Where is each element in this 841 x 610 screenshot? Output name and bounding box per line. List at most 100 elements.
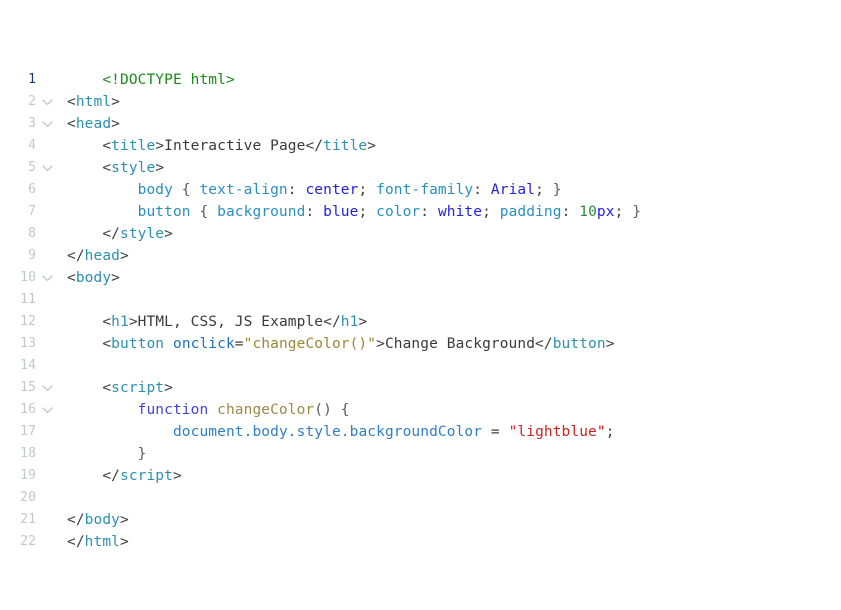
line-number: 3 xyxy=(28,116,36,131)
line-number: 22 xyxy=(20,534,36,549)
code-line[interactable]: 3 <head> xyxy=(0,113,841,135)
line-content: <body> xyxy=(67,267,120,289)
code-token: script xyxy=(111,380,165,396)
code-lines-container[interactable]: 1 <!DOCTYPE html> 2 <html> 3 <head> 4 <title>… xyxy=(0,69,841,553)
code-line[interactable]: 18 } xyxy=(0,443,841,465)
code-line[interactable]: 10 <body> xyxy=(0,267,841,289)
line-number: 14 xyxy=(20,358,36,373)
line-number: 13 xyxy=(20,336,36,351)
code-line[interactable]: 22 </html> xyxy=(0,531,841,553)
line-content: <!DOCTYPE html> xyxy=(67,69,235,91)
code-token: } xyxy=(632,204,642,220)
code-token: blue xyxy=(323,204,359,220)
code-line[interactable]: 6 body { text-align: center; font-family… xyxy=(0,179,841,201)
code-token: ; xyxy=(358,182,377,198)
code-token: } xyxy=(552,182,562,198)
code-token: </ xyxy=(67,512,85,528)
line-number: 12 xyxy=(20,314,36,329)
code-token: </ xyxy=(67,468,120,484)
code-token: ; xyxy=(535,182,553,198)
code-line[interactable]: 14 xyxy=(0,355,841,377)
code-line[interactable]: 5 <style> xyxy=(0,157,841,179)
code-token: "changeColor()" xyxy=(243,336,377,352)
code-editor[interactable]: 1 <!DOCTYPE html> 2 <html> 3 <head> 4 <title>… xyxy=(0,0,841,610)
code-token: < xyxy=(67,116,76,132)
chevron-down-icon[interactable] xyxy=(42,157,54,179)
code-token: > xyxy=(155,160,165,176)
code-token: head xyxy=(75,116,112,132)
code-token: html xyxy=(75,94,112,110)
code-token: body xyxy=(252,424,288,440)
code-line[interactable]: 19 </script> xyxy=(0,465,841,487)
chevron-down-icon[interactable] xyxy=(42,377,54,399)
code-line[interactable]: 13 <button onclick="changeColor()">Chang… xyxy=(0,333,841,355)
code-line[interactable]: 21 </body> xyxy=(0,509,841,531)
chevron-down-icon[interactable] xyxy=(42,113,54,135)
code-token: { xyxy=(172,182,200,198)
line-content: <button onclick="changeColor()">Change B… xyxy=(67,333,615,355)
chevron-down-icon[interactable] xyxy=(42,91,54,113)
line-content: <script> xyxy=(67,377,173,399)
code-line[interactable]: 16 function changeColor() { xyxy=(0,399,841,421)
code-token: > xyxy=(111,270,121,286)
code-token: > xyxy=(120,512,129,528)
code-token: h1 xyxy=(111,314,129,330)
code-token: > xyxy=(164,226,173,242)
code-token: style xyxy=(296,424,341,440)
line-content: </html> xyxy=(67,531,129,553)
code-line[interactable]: 7 button { background: blue; color: whit… xyxy=(0,201,841,223)
code-token: body xyxy=(137,182,173,198)
code-token: text-align xyxy=(199,182,288,198)
code-line[interactable]: 11 xyxy=(0,289,841,311)
code-token: h1 xyxy=(340,314,359,330)
code-token: </ xyxy=(67,248,85,264)
code-token: </ xyxy=(305,138,324,154)
line-content: function changeColor() { xyxy=(67,399,350,421)
line-content: <style> xyxy=(67,157,164,179)
code-token: </ xyxy=(323,314,341,330)
line-content: body { text-align: center; font-family: … xyxy=(67,179,562,201)
code-token: </ xyxy=(67,226,120,242)
code-line[interactable]: 1 <!DOCTYPE html> xyxy=(0,69,841,91)
line-number: 10 xyxy=(20,270,36,285)
code-token: function xyxy=(137,402,209,418)
code-token: document xyxy=(172,424,244,440)
code-token: = xyxy=(482,424,509,440)
code-line[interactable]: 15 <script> xyxy=(0,377,841,399)
line-number: 17 xyxy=(20,424,36,439)
code-token: < xyxy=(67,94,76,110)
code-token: body xyxy=(84,512,120,528)
code-line[interactable]: 20 xyxy=(0,487,841,509)
line-number: 7 xyxy=(28,204,36,219)
line-content: </style> xyxy=(67,223,173,245)
code-token: title xyxy=(111,138,156,154)
code-token: : xyxy=(287,182,306,198)
line-number: 5 xyxy=(28,160,36,175)
code-token: < xyxy=(67,314,112,330)
code-line[interactable]: 4 <title>Interactive Page</title> xyxy=(0,135,841,157)
code-token: : xyxy=(561,204,580,220)
code-token: background xyxy=(217,204,306,220)
chevron-down-icon[interactable] xyxy=(42,399,54,421)
code-token: changeColor xyxy=(217,402,315,418)
code-token: > xyxy=(155,138,165,154)
code-token: > xyxy=(120,248,129,264)
code-line[interactable]: 12 <h1>HTML, CSS, JS Example</h1> xyxy=(0,311,841,333)
chevron-down-icon[interactable] xyxy=(42,267,54,289)
code-line[interactable]: 17 document.body.style.backgroundColor =… xyxy=(0,421,841,443)
code-token: < xyxy=(67,336,112,352)
line-number: 18 xyxy=(20,446,36,461)
code-token: html xyxy=(84,534,120,550)
code-token: px xyxy=(596,204,615,220)
line-number: 4 xyxy=(28,138,36,153)
code-token: ; xyxy=(614,204,633,220)
code-token: button xyxy=(111,336,165,352)
code-token: Change Background xyxy=(384,336,536,352)
code-line[interactable]: 2 <html> xyxy=(0,91,841,113)
code-line[interactable]: 9 </head> xyxy=(0,245,841,267)
code-token: < xyxy=(67,160,112,176)
code-line[interactable]: 8 </style> xyxy=(0,223,841,245)
